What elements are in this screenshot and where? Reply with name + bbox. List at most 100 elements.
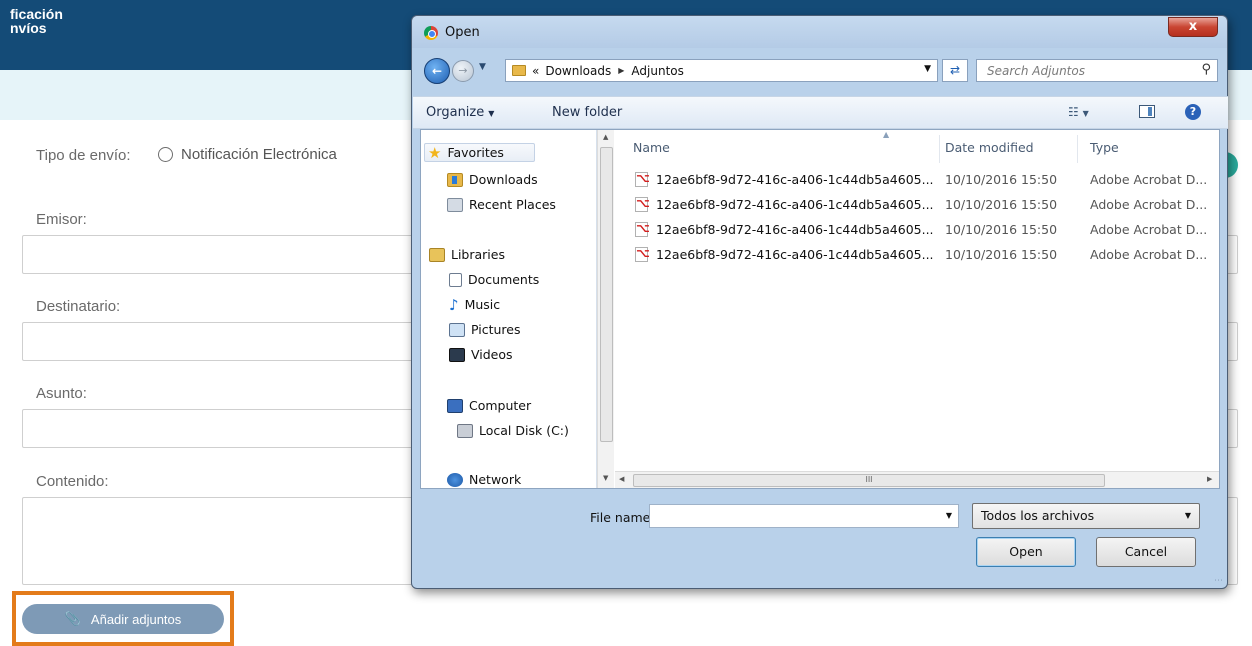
- column-type[interactable]: Type: [1090, 140, 1119, 155]
- scroll-up-icon[interactable]: ▲: [603, 133, 608, 141]
- nav-pictures-label: Pictures: [471, 322, 521, 337]
- scrollbar-thumb[interactable]: [600, 147, 613, 442]
- nav-recent-places[interactable]: Recent Places: [447, 197, 556, 212]
- recent-locations-chevron-icon[interactable]: ▼: [479, 62, 486, 72]
- file-type: Adobe Acrobat D...: [1090, 197, 1208, 212]
- breadcrumb-overflow[interactable]: «: [532, 64, 539, 78]
- nav-pictures[interactable]: Pictures: [449, 322, 521, 337]
- preview-pane-icon[interactable]: [1139, 105, 1155, 118]
- nav-music-label: Music: [464, 297, 501, 312]
- file-row[interactable]: 12ae6bf8-9d72-416c-a406-1c44db5a4605... …: [635, 219, 1215, 241]
- nav-local-disk[interactable]: Local Disk (C:): [457, 423, 569, 438]
- resize-grip-icon[interactable]: ⋯: [1214, 576, 1223, 586]
- open-file-dialog: Open x ← → ▼ « Downloads ▶ Adjuntos ▼ ⇄ …: [411, 15, 1228, 589]
- file-name: 12ae6bf8-9d72-416c-a406-1c44db5a4605...: [656, 172, 934, 187]
- document-icon: [449, 272, 462, 287]
- organize-label: Organize: [426, 105, 485, 120]
- nav-favorites[interactable]: ★ Favorites: [424, 143, 535, 162]
- contenido-label: Contenido:: [36, 473, 109, 490]
- navigation-bar: ← → ▼ « Downloads ▶ Adjuntos ▼ ⇄ Search …: [412, 56, 1227, 86]
- pdf-file-icon: [635, 221, 650, 237]
- file-row[interactable]: 12ae6bf8-9d72-416c-a406-1c44db5a4605... …: [635, 194, 1215, 216]
- file-name-input[interactable]: ▼: [649, 504, 959, 528]
- horizontal-scrollbar[interactable]: ◀ III ▶: [615, 471, 1219, 488]
- add-attachments-button[interactable]: 📎 Añadir adjuntos: [22, 604, 224, 634]
- refresh-icon[interactable]: ⇄: [942, 59, 968, 82]
- file-date: 10/10/2016 15:50: [945, 172, 1058, 187]
- chevron-down-icon: ▼: [488, 109, 495, 118]
- file-type-value: Todos los archivos: [981, 508, 1095, 523]
- pdf-file-icon: [635, 246, 650, 262]
- scroll-left-icon[interactable]: ◀: [619, 475, 624, 483]
- file-row[interactable]: 12ae6bf8-9d72-416c-a406-1c44db5a4605... …: [635, 169, 1215, 191]
- tipo-envio-label: Tipo de envío:: [36, 147, 131, 164]
- radio-circle-icon[interactable]: [158, 147, 173, 162]
- star-icon: ★: [428, 143, 442, 162]
- search-input[interactable]: Search Adjuntos ⚲: [976, 59, 1218, 82]
- chrome-icon: [424, 26, 438, 40]
- column-divider[interactable]: [939, 135, 940, 163]
- close-button[interactable]: x: [1168, 17, 1218, 37]
- dialog-titlebar[interactable]: Open x: [412, 16, 1227, 48]
- folder-icon: [512, 65, 526, 76]
- emisor-label: Emisor:: [36, 211, 87, 228]
- breadcrumb-adjuntos[interactable]: Adjuntos: [631, 64, 683, 78]
- forward-arrow-icon[interactable]: →: [452, 60, 474, 82]
- add-attachments-label: Añadir adjuntos: [90, 611, 182, 627]
- paperclip-icon: 📎: [64, 611, 81, 626]
- breadcrumb-downloads[interactable]: Downloads: [545, 64, 611, 78]
- nav-downloads[interactable]: Downloads: [447, 172, 538, 187]
- chevron-down-icon: ▼: [1184, 511, 1191, 520]
- organize-button[interactable]: Organize ▼: [426, 105, 494, 120]
- nav-network-label: Network: [469, 472, 522, 487]
- cancel-button[interactable]: Cancel: [1096, 537, 1196, 567]
- chevron-down-icon[interactable]: ▼: [946, 511, 952, 520]
- pictures-icon: [449, 322, 465, 337]
- destinatario-label: Destinatario:: [36, 298, 121, 315]
- nav-videos[interactable]: Videos: [449, 347, 513, 362]
- libraries-icon: [429, 247, 445, 262]
- computer-icon: [447, 398, 463, 413]
- asunto-label: Asunto:: [36, 385, 87, 402]
- nav-downloads-label: Downloads: [469, 172, 538, 187]
- back-arrow-icon[interactable]: ←: [424, 58, 450, 84]
- recent-places-icon: [447, 197, 463, 212]
- nav-libraries[interactable]: Libraries: [429, 247, 505, 262]
- file-type: Adobe Acrobat D...: [1090, 172, 1208, 187]
- address-bar[interactable]: « Downloads ▶ Adjuntos ▼: [505, 59, 938, 82]
- file-name: 12ae6bf8-9d72-416c-a406-1c44db5a4605...: [656, 247, 934, 262]
- radio-notificacion[interactable]: Notificación Electrónica: [158, 146, 337, 163]
- help-icon[interactable]: ?: [1185, 104, 1201, 120]
- scroll-right-icon[interactable]: ▶: [1207, 475, 1212, 483]
- column-divider[interactable]: [1077, 135, 1078, 163]
- scrollbar-thumb[interactable]: III: [633, 474, 1105, 487]
- music-note-icon: ♪: [449, 295, 459, 314]
- pdf-file-icon: [635, 196, 650, 212]
- column-date-modified[interactable]: Date modified: [945, 140, 1034, 155]
- change-view-icon[interactable]: ☷ ▼: [1068, 105, 1089, 119]
- search-icon[interactable]: ⚲: [1201, 62, 1211, 77]
- open-button[interactable]: Open: [976, 537, 1076, 567]
- file-type: Adobe Acrobat D...: [1090, 222, 1208, 237]
- column-name[interactable]: Name: [633, 140, 670, 155]
- nav-network[interactable]: Network: [447, 472, 521, 487]
- navigation-scrollbar[interactable]: ▲ ▼: [597, 130, 614, 488]
- downloads-folder-icon: [447, 172, 463, 187]
- scroll-down-icon[interactable]: ▼: [603, 474, 608, 482]
- address-dropdown-icon[interactable]: ▼: [924, 64, 931, 74]
- nav-computer[interactable]: Computer: [447, 398, 531, 413]
- nav-music[interactable]: ♪ Music: [449, 297, 500, 312]
- nav-documents-label: Documents: [468, 272, 540, 287]
- file-row[interactable]: 12ae6bf8-9d72-416c-a406-1c44db5a4605... …: [635, 244, 1215, 266]
- app-title: ficación nvíos: [10, 6, 63, 36]
- search-placeholder: Search Adjuntos: [987, 64, 1085, 78]
- nav-local-disk-label: Local Disk (C:): [479, 423, 569, 438]
- file-name: 12ae6bf8-9d72-416c-a406-1c44db5a4605...: [656, 197, 934, 212]
- file-name-label: File name:: [590, 510, 655, 525]
- navigation-pane: ★ Favorites Downloads Recent Places Libr…: [421, 130, 597, 488]
- nav-documents[interactable]: Documents: [449, 272, 539, 287]
- new-folder-button[interactable]: New folder: [552, 105, 622, 120]
- dialog-toolbar: Organize ▼ New folder ☷ ▼ ?: [413, 96, 1228, 129]
- breadcrumb-separator-icon[interactable]: ▶: [618, 66, 624, 75]
- file-type-select[interactable]: Todos los archivos ▼: [972, 503, 1200, 529]
